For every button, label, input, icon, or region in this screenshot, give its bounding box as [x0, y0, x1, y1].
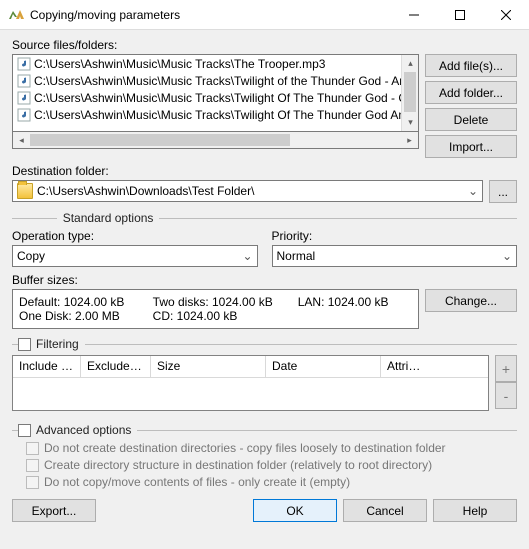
list-item-path: C:\Users\Ashwin\Music\Music Tracks\Twili… — [34, 108, 401, 122]
close-button[interactable] — [483, 0, 529, 30]
scroll-right-icon[interactable]: ▸ — [401, 132, 418, 149]
col-attr[interactable]: Attri… — [381, 356, 488, 378]
import-button[interactable]: Import... — [425, 135, 517, 158]
app-icon — [8, 7, 24, 23]
window-title: Copying/moving parameters — [30, 8, 391, 22]
col-exclude[interactable]: Exclude … — [81, 356, 151, 378]
advanced-options-group: Advanced options — [12, 423, 517, 437]
list-item-path: C:\Users\Ashwin\Music\Music Tracks\Twili… — [34, 91, 401, 105]
standard-options-group: Standard options — [12, 211, 517, 225]
advanced-opt-2: Create directory structure in destinatio… — [26, 458, 517, 472]
source-files-list[interactable]: C:\Users\Ashwin\Music\Music Tracks\The T… — [12, 54, 419, 132]
browse-destination-button[interactable]: ... — [489, 180, 517, 203]
cancel-button[interactable]: Cancel — [343, 499, 427, 522]
change-buffer-button[interactable]: Change... — [425, 289, 517, 312]
destination-label: Destination folder: — [12, 164, 517, 178]
ok-button[interactable]: OK — [253, 499, 337, 522]
advanced-opt-1: Do not create destination directories - … — [26, 441, 517, 455]
buffer-default: Default: 1024.00 kB — [19, 295, 145, 309]
destination-combo[interactable]: C:\Users\Ashwin\Downloads\Test Folder\ ⌄ — [12, 180, 483, 202]
list-item[interactable]: C:\Users\Ashwin\Music\Music Tracks\Twili… — [13, 106, 401, 123]
buffer-sizes-box: Default: 1024.00 kB Two disks: 1024.00 k… — [12, 289, 419, 329]
help-button[interactable]: Help — [433, 499, 517, 522]
chevron-down-icon[interactable]: ⌄ — [464, 181, 482, 201]
delete-button[interactable]: Delete — [425, 108, 517, 131]
horizontal-scrollbar[interactable]: ◂ ▸ — [12, 132, 419, 149]
advanced-checkbox[interactable] — [18, 424, 31, 437]
checkbox-disabled — [26, 442, 39, 455]
filtering-checkbox[interactable] — [18, 338, 31, 351]
scroll-down-icon[interactable]: ▾ — [402, 114, 419, 131]
folder-icon — [17, 183, 33, 199]
operation-type-select[interactable]: Copy ⌄ — [12, 245, 258, 267]
buffer-cd: CD: 1024.00 kB — [153, 309, 290, 323]
filtering-group: Filtering — [12, 337, 517, 351]
scroll-thumb[interactable] — [30, 134, 290, 146]
add-files-button[interactable]: Add file(s)... — [425, 54, 517, 77]
buffer-lan: LAN: 1024.00 kB — [298, 295, 412, 309]
source-label: Source files/folders: — [12, 38, 517, 52]
chevron-down-icon[interactable]: ⌄ — [239, 246, 257, 266]
minimize-button[interactable] — [391, 0, 437, 30]
col-include[interactable]: Include … — [13, 356, 81, 378]
priority-select[interactable]: Normal ⌄ — [272, 245, 518, 267]
scroll-thumb[interactable] — [404, 72, 416, 112]
add-folder-button[interactable]: Add folder... — [425, 81, 517, 104]
list-item-path: C:\Users\Ashwin\Music\Music Tracks\The T… — [34, 57, 325, 71]
buffer-two-disks: Two disks: 1024.00 kB — [153, 295, 290, 309]
filter-table[interactable]: Include … Exclude … Size Date Attri… — [12, 355, 489, 411]
music-file-icon — [17, 74, 31, 88]
export-button[interactable]: Export... — [12, 499, 96, 522]
list-item[interactable]: C:\Users\Ashwin\Music\Music Tracks\The T… — [13, 55, 401, 72]
buffer-one-disk: One Disk: 2.00 MB — [19, 309, 145, 323]
scroll-up-icon[interactable]: ▴ — [402, 55, 419, 72]
col-date[interactable]: Date — [266, 356, 381, 378]
col-size[interactable]: Size — [151, 356, 266, 378]
destination-path: C:\Users\Ashwin\Downloads\Test Folder\ — [37, 184, 254, 198]
remove-filter-button[interactable]: - — [495, 382, 517, 409]
checkbox-disabled — [26, 459, 39, 472]
vertical-scrollbar[interactable]: ▴ ▾ — [401, 55, 418, 131]
title-bar: Copying/moving parameters — [0, 0, 529, 30]
advanced-opt-3: Do not copy/move contents of files - onl… — [26, 475, 517, 489]
operation-type-label: Operation type: — [12, 229, 258, 243]
checkbox-disabled — [26, 476, 39, 489]
filter-body[interactable] — [13, 378, 488, 410]
list-item-path: C:\Users\Ashwin\Music\Music Tracks\Twili… — [34, 74, 401, 88]
priority-label: Priority: — [272, 229, 518, 243]
music-file-icon — [17, 108, 31, 122]
buffer-sizes-label: Buffer sizes: — [12, 273, 517, 287]
filter-header: Include … Exclude … Size Date Attri… — [13, 356, 488, 378]
maximize-button[interactable] — [437, 0, 483, 30]
music-file-icon — [17, 57, 31, 71]
music-file-icon — [17, 91, 31, 105]
list-item[interactable]: C:\Users\Ashwin\Music\Music Tracks\Twili… — [13, 89, 401, 106]
chevron-down-icon[interactable]: ⌄ — [498, 246, 516, 266]
list-item[interactable]: C:\Users\Ashwin\Music\Music Tracks\Twili… — [13, 72, 401, 89]
add-filter-button[interactable]: + — [495, 355, 517, 382]
scroll-left-icon[interactable]: ◂ — [13, 132, 30, 149]
